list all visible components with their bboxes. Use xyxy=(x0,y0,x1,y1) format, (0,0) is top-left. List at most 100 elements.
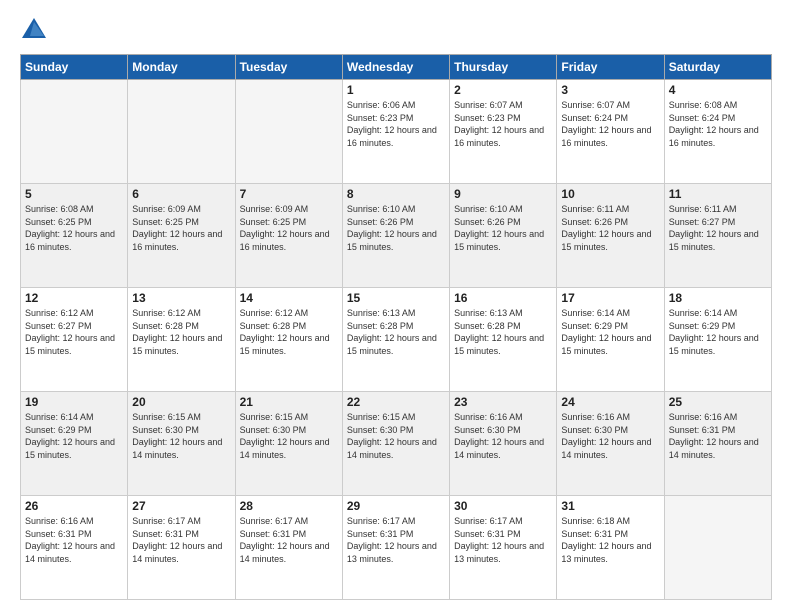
calendar-cell: 3Sunrise: 6:07 AM Sunset: 6:24 PM Daylig… xyxy=(557,80,664,184)
day-number: 28 xyxy=(240,499,338,513)
day-info: Sunrise: 6:16 AM Sunset: 6:31 PM Dayligh… xyxy=(669,411,767,461)
calendar-table: SundayMondayTuesdayWednesdayThursdayFrid… xyxy=(20,54,772,600)
day-number: 30 xyxy=(454,499,552,513)
calendar-cell: 18 Sunrise: 6:14 AM Sunset: 6:29 PM Dayli… xyxy=(664,288,771,392)
day-info: Sunrise: 6:14 AM Sunset: 6:29 PM Dayligh… xyxy=(561,307,659,357)
day-info: Sunrise: 6:15 AM Sunset: 6:30 PM Dayligh… xyxy=(347,411,445,461)
calendar-cell: 21Sunrise: 6:15 AM Sunset: 6:30 PM Dayli… xyxy=(235,392,342,496)
day-number: 9 xyxy=(454,187,552,201)
day-number: 14 xyxy=(240,291,338,305)
weekday-header-tuesday: Tuesday xyxy=(235,55,342,80)
day-number: 12 xyxy=(25,291,123,305)
weekday-header-row: SundayMondayTuesdayWednesdayThursdayFrid… xyxy=(21,55,772,80)
day-info: Sunrise: 6:13 AM Sunset: 6:28 PM Dayligh… xyxy=(454,307,552,357)
day-info: Sunrise: 6:08 AM Sunset: 6:25 PM Dayligh… xyxy=(25,203,123,253)
calendar-cell: 12 Sunrise: 6:12 AM Sunset: 6:27 PM Dayli… xyxy=(21,288,128,392)
day-info: Sunrise: 6:13 AM Sunset: 6:28 PM Dayligh… xyxy=(347,307,445,357)
day-info: Sunrise: 6:12 AM Sunset: 6:27 PM Dayligh… xyxy=(25,307,123,357)
day-info: Sunrise: 6:17 AM Sunset: 6:31 PM Dayligh… xyxy=(240,515,338,565)
week-row-1: 1 Sunrise: 6:06 AM Sunset: 6:23 PM Daylig… xyxy=(21,80,772,184)
day-number: 17 xyxy=(561,291,659,305)
day-info: Sunrise: 6:16 AM Sunset: 6:31 PM Dayligh… xyxy=(25,515,123,565)
calendar-cell: 23 Sunrise: 6:16 AM Sunset: 6:30 PM Dayli… xyxy=(450,392,557,496)
day-info: Sunrise: 6:17 AM Sunset: 6:31 PM Dayligh… xyxy=(347,515,445,565)
calendar-cell: 11Sunrise: 6:11 AM Sunset: 6:27 PM Dayli… xyxy=(664,184,771,288)
day-info: Sunrise: 6:11 AM Sunset: 6:27 PM Dayligh… xyxy=(669,203,767,253)
day-info: Sunrise: 6:16 AM Sunset: 6:30 PM Dayligh… xyxy=(561,411,659,461)
calendar-cell: 5 Sunrise: 6:08 AM Sunset: 6:25 PM Daylig… xyxy=(21,184,128,288)
calendar-cell: 17 Sunrise: 6:14 AM Sunset: 6:29 PM Dayli… xyxy=(557,288,664,392)
day-info: Sunrise: 6:08 AM Sunset: 6:24 PM Dayligh… xyxy=(669,99,767,149)
day-info: Sunrise: 6:06 AM Sunset: 6:23 PM Dayligh… xyxy=(347,99,445,149)
calendar-cell: 7Sunrise: 6:09 AM Sunset: 6:25 PM Daylig… xyxy=(235,184,342,288)
calendar-cell: 25 Sunrise: 6:16 AM Sunset: 6:31 PM Dayli… xyxy=(664,392,771,496)
day-info: Sunrise: 6:09 AM Sunset: 6:25 PM Dayligh… xyxy=(132,203,230,253)
day-number: 21 xyxy=(240,395,338,409)
day-number: 23 xyxy=(454,395,552,409)
calendar-cell: 4 Sunrise: 6:08 AM Sunset: 6:24 PM Daylig… xyxy=(664,80,771,184)
calendar-cell: 26 Sunrise: 6:16 AM Sunset: 6:31 PM Dayli… xyxy=(21,496,128,600)
calendar-cell xyxy=(235,80,342,184)
day-number: 8 xyxy=(347,187,445,201)
logo xyxy=(20,16,54,44)
day-number: 27 xyxy=(132,499,230,513)
calendar-cell: 2Sunrise: 6:07 AM Sunset: 6:23 PM Daylig… xyxy=(450,80,557,184)
day-info: Sunrise: 6:15 AM Sunset: 6:30 PM Dayligh… xyxy=(132,411,230,461)
day-number: 1 xyxy=(347,83,445,97)
calendar-cell: 14 Sunrise: 6:12 AM Sunset: 6:28 PM Dayli… xyxy=(235,288,342,392)
day-number: 20 xyxy=(132,395,230,409)
calendar-cell xyxy=(128,80,235,184)
day-info: Sunrise: 6:10 AM Sunset: 6:26 PM Dayligh… xyxy=(454,203,552,253)
day-number: 29 xyxy=(347,499,445,513)
weekday-header-friday: Friday xyxy=(557,55,664,80)
day-number: 26 xyxy=(25,499,123,513)
page: SundayMondayTuesdayWednesdayThursdayFrid… xyxy=(0,0,792,612)
day-number: 6 xyxy=(132,187,230,201)
day-info: Sunrise: 6:07 AM Sunset: 6:23 PM Dayligh… xyxy=(454,99,552,149)
week-row-4: 19 Sunrise: 6:14 AM Sunset: 6:29 PM Dayli… xyxy=(21,392,772,496)
calendar-cell: 29 Sunrise: 6:17 AM Sunset: 6:31 PM Dayli… xyxy=(342,496,449,600)
day-number: 31 xyxy=(561,499,659,513)
calendar-cell: 16Sunrise: 6:13 AM Sunset: 6:28 PM Dayli… xyxy=(450,288,557,392)
weekday-header-sunday: Sunday xyxy=(21,55,128,80)
day-number: 3 xyxy=(561,83,659,97)
day-info: Sunrise: 6:16 AM Sunset: 6:30 PM Dayligh… xyxy=(454,411,552,461)
day-number: 18 xyxy=(669,291,767,305)
week-row-5: 26 Sunrise: 6:16 AM Sunset: 6:31 PM Dayli… xyxy=(21,496,772,600)
calendar-cell: 19 Sunrise: 6:14 AM Sunset: 6:29 PM Dayli… xyxy=(21,392,128,496)
day-number: 13 xyxy=(132,291,230,305)
day-info: Sunrise: 6:11 AM Sunset: 6:26 PM Dayligh… xyxy=(561,203,659,253)
day-info: Sunrise: 6:17 AM Sunset: 6:31 PM Dayligh… xyxy=(454,515,552,565)
calendar-cell: 8 Sunrise: 6:10 AM Sunset: 6:26 PM Daylig… xyxy=(342,184,449,288)
day-info: Sunrise: 6:12 AM Sunset: 6:28 PM Dayligh… xyxy=(240,307,338,357)
day-number: 4 xyxy=(669,83,767,97)
day-info: Sunrise: 6:14 AM Sunset: 6:29 PM Dayligh… xyxy=(669,307,767,357)
day-info: Sunrise: 6:10 AM Sunset: 6:26 PM Dayligh… xyxy=(347,203,445,253)
calendar-cell: 6 Sunrise: 6:09 AM Sunset: 6:25 PM Daylig… xyxy=(128,184,235,288)
day-info: Sunrise: 6:18 AM Sunset: 6:31 PM Dayligh… xyxy=(561,515,659,565)
weekday-header-thursday: Thursday xyxy=(450,55,557,80)
day-number: 22 xyxy=(347,395,445,409)
calendar-cell: 24 Sunrise: 6:16 AM Sunset: 6:30 PM Dayli… xyxy=(557,392,664,496)
day-info: Sunrise: 6:12 AM Sunset: 6:28 PM Dayligh… xyxy=(132,307,230,357)
calendar-cell: 30 Sunrise: 6:17 AM Sunset: 6:31 PM Dayli… xyxy=(450,496,557,600)
calendar-cell xyxy=(664,496,771,600)
day-info: Sunrise: 6:14 AM Sunset: 6:29 PM Dayligh… xyxy=(25,411,123,461)
weekday-header-monday: Monday xyxy=(128,55,235,80)
header xyxy=(20,16,772,44)
logo-icon xyxy=(20,16,48,44)
day-number: 19 xyxy=(25,395,123,409)
day-number: 15 xyxy=(347,291,445,305)
calendar-cell: 20 Sunrise: 6:15 AM Sunset: 6:30 PM Dayli… xyxy=(128,392,235,496)
calendar-cell: 15 Sunrise: 6:13 AM Sunset: 6:28 PM Dayli… xyxy=(342,288,449,392)
calendar-cell: 31 Sunrise: 6:18 AM Sunset: 6:31 PM Dayli… xyxy=(557,496,664,600)
day-number: 5 xyxy=(25,187,123,201)
day-info: Sunrise: 6:17 AM Sunset: 6:31 PM Dayligh… xyxy=(132,515,230,565)
weekday-header-wednesday: Wednesday xyxy=(342,55,449,80)
week-row-3: 12 Sunrise: 6:12 AM Sunset: 6:27 PM Dayli… xyxy=(21,288,772,392)
day-number: 25 xyxy=(669,395,767,409)
day-number: 24 xyxy=(561,395,659,409)
weekday-header-saturday: Saturday xyxy=(664,55,771,80)
calendar-cell: 22 Sunrise: 6:15 AM Sunset: 6:30 PM Dayli… xyxy=(342,392,449,496)
calendar-cell: 27 Sunrise: 6:17 AM Sunset: 6:31 PM Dayli… xyxy=(128,496,235,600)
